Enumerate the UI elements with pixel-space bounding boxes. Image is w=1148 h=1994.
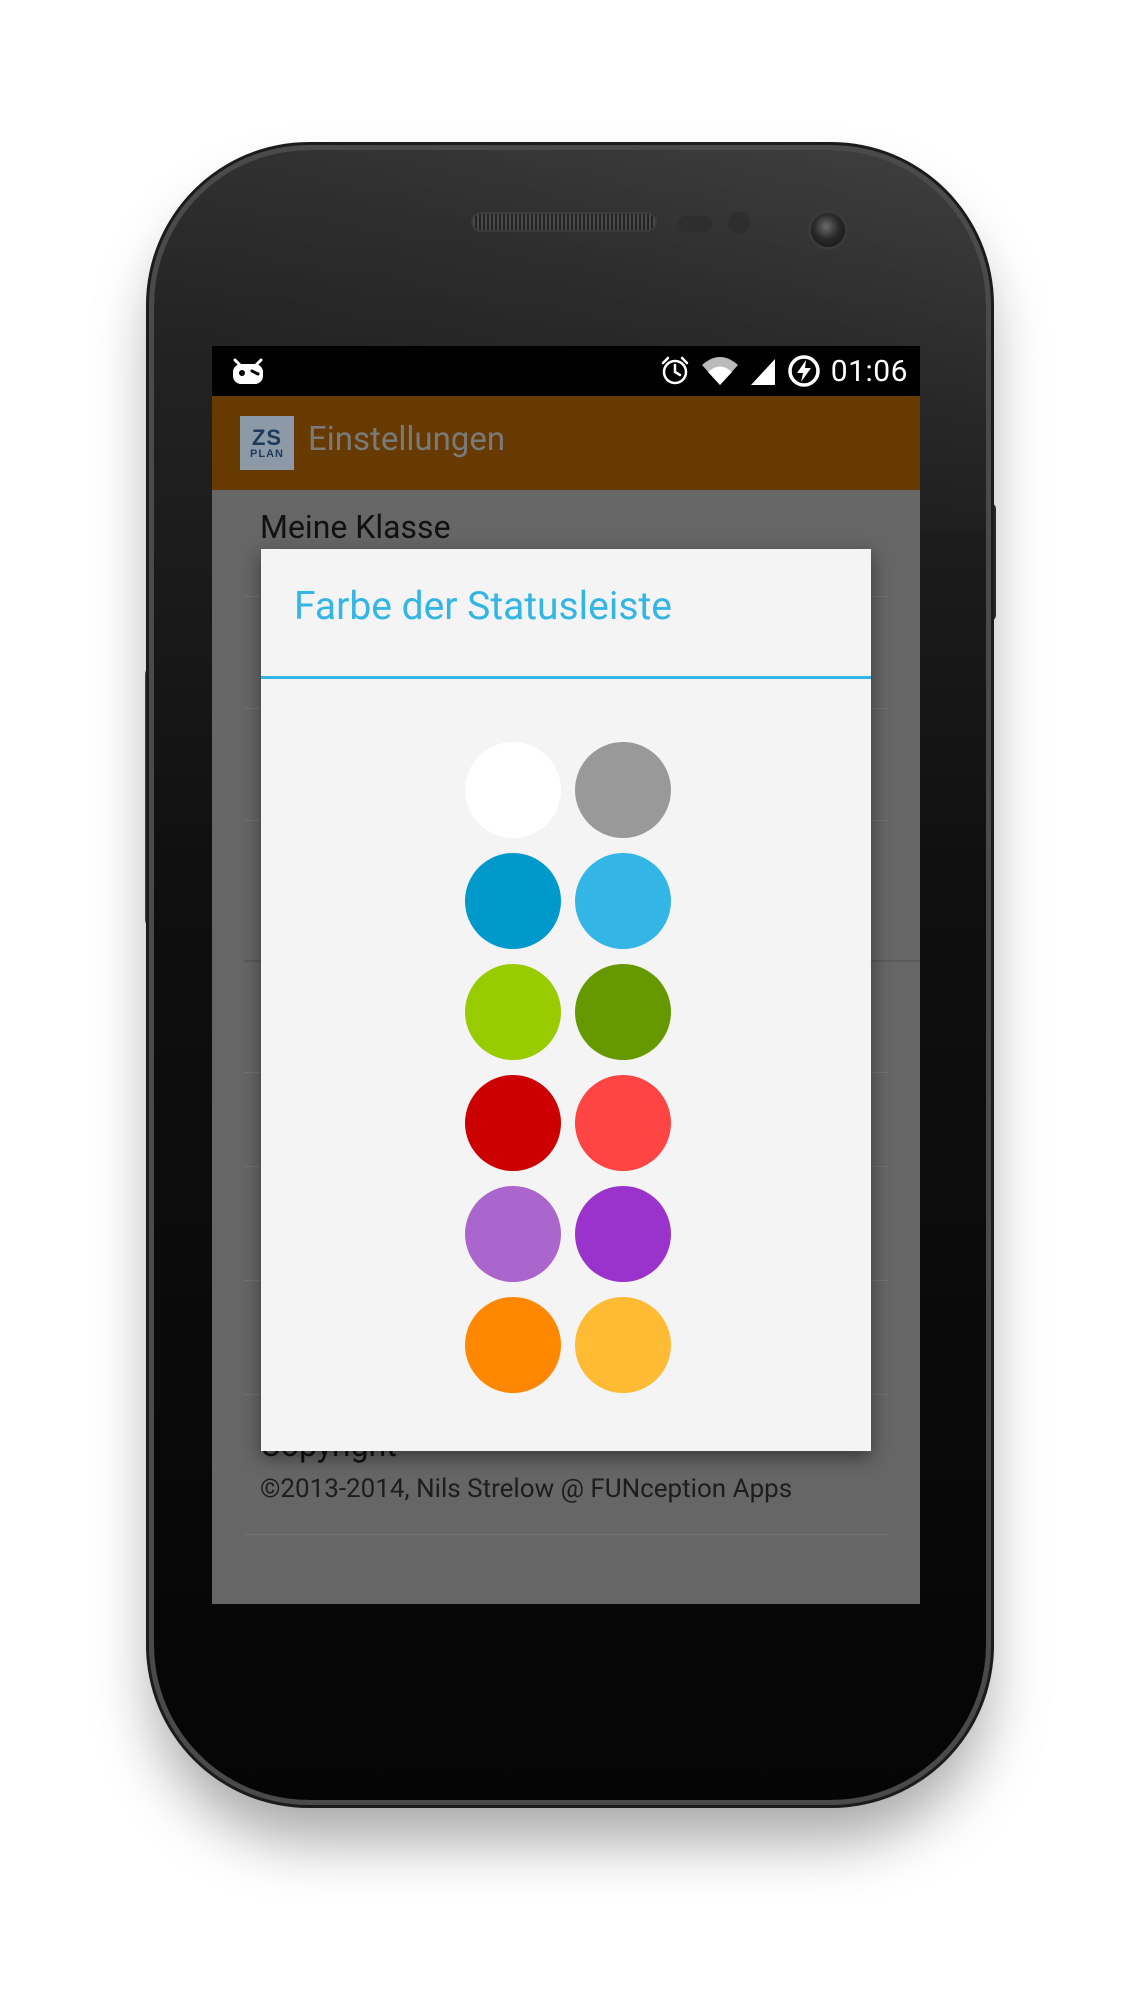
- divider: [244, 1534, 888, 1535]
- status-icons: 01:06: [659, 352, 908, 390]
- front-camera: [808, 210, 848, 250]
- cyanogenmod-icon: [233, 358, 263, 384]
- page-title: Einstellungen: [308, 420, 506, 459]
- signal-icon: [750, 359, 775, 385]
- color-swatch-dark-purple[interactable]: [575, 1186, 671, 1282]
- color-swatch-light-green[interactable]: [465, 964, 561, 1060]
- color-swatch-dark-orange[interactable]: [465, 1297, 561, 1393]
- color-swatch-dark-blue[interactable]: [465, 853, 561, 949]
- pref-copyright-text: ©2013-2014, Nils Strelow @ FUNception Ap…: [260, 1474, 793, 1504]
- app-logo-icon[interactable]: ZS PLAN: [240, 416, 294, 470]
- pref-meine-klasse[interactable]: Meine Klasse: [260, 508, 451, 546]
- status-bar: 01:06: [212, 346, 920, 396]
- alarm-icon: [661, 356, 689, 385]
- color-swatch-light-red[interactable]: [575, 1075, 671, 1171]
- color-swatch-light-orange[interactable]: [575, 1297, 671, 1393]
- battery-charging-icon: [788, 355, 820, 387]
- color-picker-dialog: Farbe der Statusleiste: [261, 549, 871, 1451]
- wifi-icon: [701, 357, 738, 385]
- earpiece-speaker: [471, 212, 657, 232]
- clock: 01:06: [830, 353, 908, 389]
- color-swatch-light-purple[interactable]: [465, 1186, 561, 1282]
- dialog-title: Farbe der Statusleiste: [294, 583, 672, 629]
- proximity-sensor: [678, 216, 712, 232]
- color-swatch-dark-red[interactable]: [465, 1075, 561, 1171]
- dialog-title-divider: [261, 676, 871, 679]
- color-swatch-light-blue[interactable]: [575, 853, 671, 949]
- color-swatch-gray[interactable]: [575, 742, 671, 838]
- color-swatch-dark-green[interactable]: [575, 964, 671, 1060]
- action-bar: ZS PLAN Einstellungen: [212, 396, 920, 490]
- app-logo-text: ZS: [251, 424, 283, 450]
- app-logo-subtext: PLAN: [250, 447, 284, 460]
- color-swatch-white[interactable]: [465, 742, 561, 838]
- light-sensor: [728, 212, 750, 234]
